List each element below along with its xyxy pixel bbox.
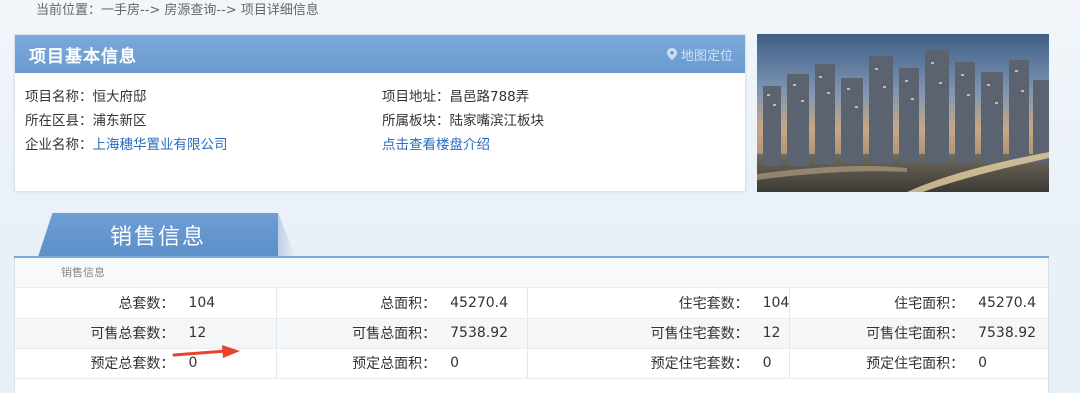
total-units-value: 104 <box>178 288 278 319</box>
total-units-label: 总套数： <box>15 288 179 319</box>
block-label: 所属板块： <box>382 113 450 129</box>
reserved-residential-area-value: 0 <box>968 348 1048 379</box>
total-area-value: 45270.4 <box>440 288 529 319</box>
table-row: 预定总套数： 0 预定总面积： 0 预定住宅套数： 0 预定住宅面积： 0 <box>15 348 1048 379</box>
district-value: 浦东新区 <box>92 113 147 129</box>
available-total-area-value: 7538.92 <box>440 318 529 349</box>
available-total-area-label: 可售总面积： <box>276 318 441 349</box>
address-label: 项目地址： <box>382 89 450 105</box>
reserved-total-area-value: 0 <box>440 348 529 379</box>
address-row: 项目地址：昌邑路788弄 <box>382 85 544 109</box>
reserved-total-units-label: 预定总套数： <box>15 348 179 379</box>
project-photo <box>757 34 1049 192</box>
available-residential-units-label: 可售住宅套数： <box>527 318 753 349</box>
residential-units-value: 104 <box>752 288 791 319</box>
sales-table: 总套数： 104 总面积： 45270.4 住宅套数： 104 住宅面积： 45… <box>15 288 1048 379</box>
city-skyline-image <box>757 34 1049 192</box>
sales-subheader: 销售信息 <box>15 258 1048 288</box>
available-residential-units-value: 12 <box>752 318 791 349</box>
basic-info-title: 项目基本信息 <box>29 46 137 67</box>
map-pin-icon <box>666 48 677 60</box>
residential-units-label: 住宅套数： <box>527 288 753 319</box>
map-location-link[interactable]: 地图定位 <box>666 45 733 64</box>
basic-info-right-column: 项目地址：昌邑路788弄 所属板块：陆家嘴滨江板块 点击查看楼盘介绍 <box>382 85 544 157</box>
total-area-label: 总面积： <box>276 288 441 319</box>
basic-info-left-column: 项目名称：恒大府邸 所在区县：浦东新区 企业名称：上海穗华置业有限公司 <box>25 85 228 157</box>
map-link-label[interactable]: 地图定位 <box>681 45 733 64</box>
district-row: 所在区县：浦东新区 <box>25 109 228 133</box>
project-name-value: 恒大府邸 <box>92 89 147 105</box>
company-label: 企业名称： <box>25 137 93 153</box>
available-residential-area-label: 可售住宅面积： <box>789 318 969 349</box>
residential-area-value: 45270.4 <box>968 288 1048 319</box>
block-value: 陆家嘴滨江板块 <box>449 113 545 129</box>
available-residential-area-value: 7538.92 <box>968 318 1048 349</box>
residential-area-label: 住宅面积： <box>789 288 969 319</box>
reserved-residential-area-label: 预定住宅面积： <box>789 348 969 379</box>
table-row: 总套数： 104 总面积： 45270.4 住宅套数： 104 住宅面积： 45… <box>15 288 1048 319</box>
reserved-residential-units-value: 0 <box>752 348 791 379</box>
project-name-label: 项目名称： <box>25 89 93 105</box>
basic-info-header: 项目基本信息 地图定位 <box>15 35 745 73</box>
reserved-total-units-value: 0 <box>178 348 278 379</box>
tab-sales-info[interactable]: 销售信息 <box>38 213 278 257</box>
block-row: 所属板块：陆家嘴滨江板块 <box>382 109 544 133</box>
view-intro-link[interactable]: 点击查看楼盘介绍 <box>382 137 490 153</box>
reserved-residential-units-label: 预定住宅套数： <box>527 348 753 379</box>
project-name-row: 项目名称：恒大府邸 <box>25 85 228 109</box>
intro-row: 点击查看楼盘介绍 <box>382 133 544 157</box>
reserved-total-area-label: 预定总面积： <box>276 348 441 379</box>
breadcrumb: 当前位置：一手房--> 房源查询--> 项目详细信息 <box>36 3 319 18</box>
sales-info-panel: 销售信息 总套数： 104 总面积： 45270.4 住宅套数： 104 住宅面… <box>14 258 1049 393</box>
table-row: 可售总套数： 12 可售总面积： 7538.92 可售住宅套数： 12 可售住宅… <box>15 318 1048 349</box>
address-value: 昌邑路788弄 <box>449 89 530 105</box>
district-label: 所在区县： <box>25 113 93 129</box>
available-total-units-value: 12 <box>178 318 278 349</box>
basic-info-panel: 项目基本信息 地图定位 项目名称：恒大府邸 所在区县：浦东新区 企业名称：上海穗… <box>14 34 746 192</box>
available-total-units-label: 可售总套数： <box>15 318 179 349</box>
tab-shadow <box>278 213 296 257</box>
company-row: 企业名称：上海穗华置业有限公司 <box>25 133 228 157</box>
company-link[interactable]: 上海穗华置业有限公司 <box>93 137 228 153</box>
